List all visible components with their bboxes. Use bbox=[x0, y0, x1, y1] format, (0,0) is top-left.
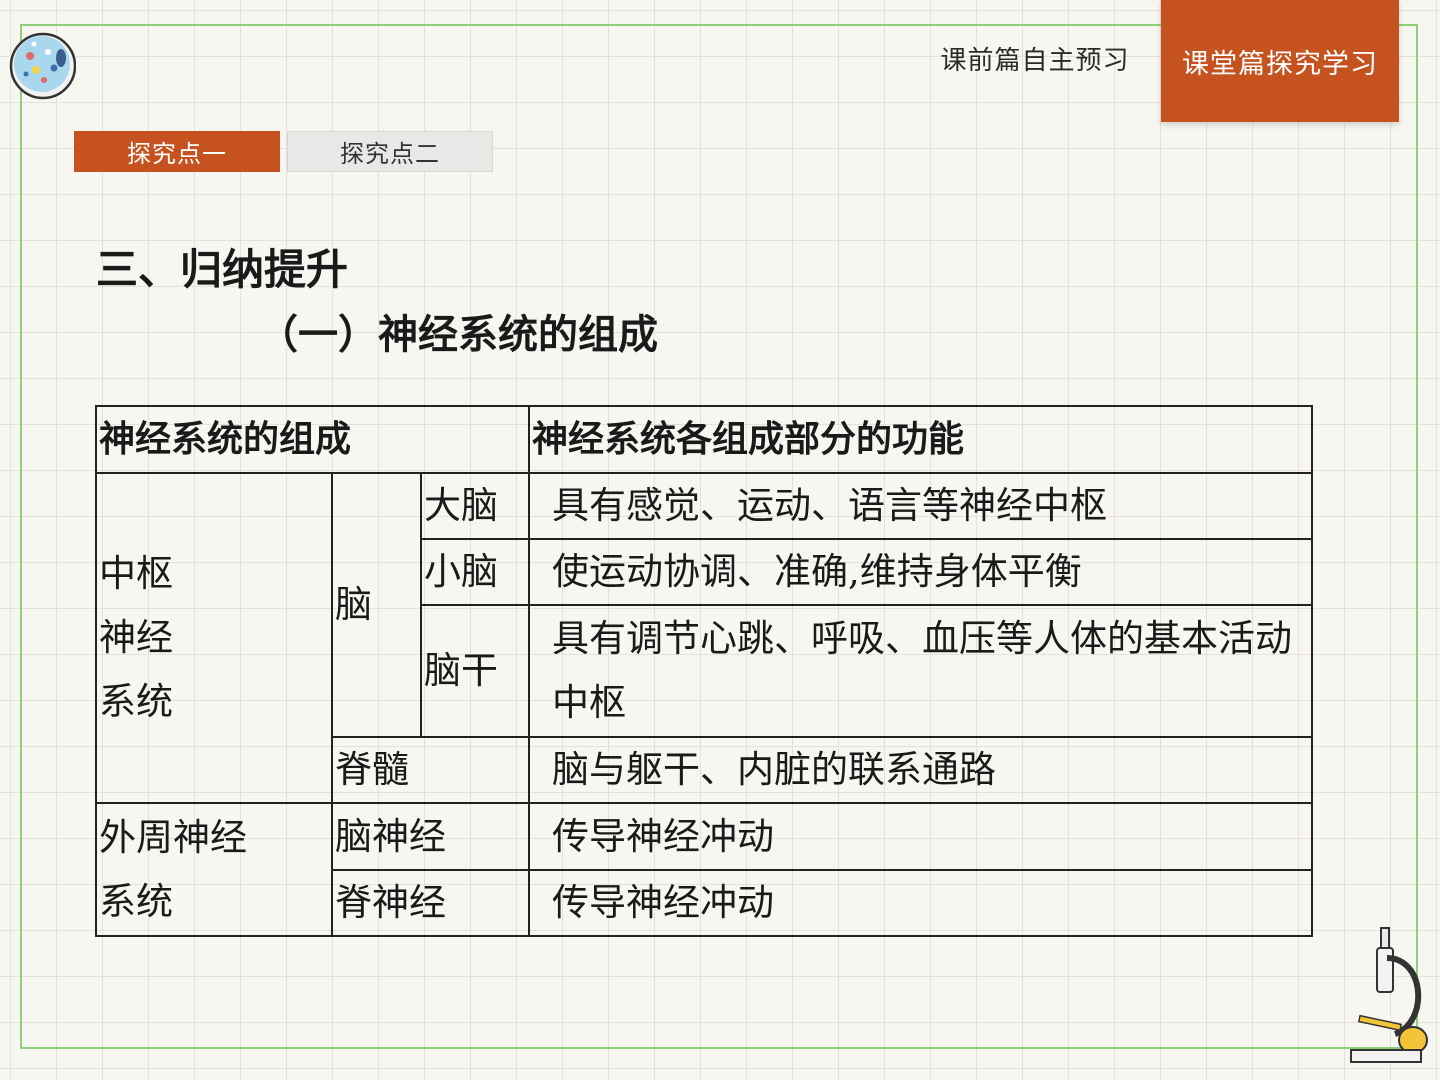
brain-label: 脑 bbox=[331, 472, 422, 738]
nav-pre-lesson-link[interactable]: 课前篇自主预习 bbox=[900, 40, 1170, 77]
section-subheading: （一）神经系统的组成 bbox=[258, 312, 658, 358]
cranial-nerves-function: 传导神经冲动 bbox=[528, 802, 1313, 871]
spinal-nerves-function: 传导神经冲动 bbox=[528, 869, 1313, 937]
nav-in-class-tab[interactable]: 课堂篇探究学习 bbox=[1161, 0, 1399, 122]
peripheral-nervous-system-label: 外周神经 系统 bbox=[95, 802, 333, 937]
cerebellum-label: 小脑 bbox=[420, 538, 530, 606]
spinal-cord-label: 脊髓 bbox=[331, 736, 530, 804]
tab-inquiry-point-2[interactable]: 探究点二 bbox=[287, 131, 493, 172]
spinal-nerves-label: 脊神经 bbox=[331, 869, 530, 937]
cranial-nerves-label: 脑神经 bbox=[331, 802, 530, 871]
brainstem-label: 脑干 bbox=[420, 604, 530, 738]
cerebrum-function: 具有感觉、运动、语言等神经中枢 bbox=[528, 472, 1313, 540]
spinal-cord-function: 脑与躯干、内脏的联系通路 bbox=[528, 736, 1313, 804]
table-row: 外周神经 系统 脑神经 传导神经冲动 bbox=[95, 802, 1313, 937]
central-nervous-system-label: 中枢 神经 系统 bbox=[95, 472, 333, 804]
nervous-system-table: 神经系统的组成 神经系统各组成部分的功能 中枢 神经 系统 脑 大脑 具有感觉、… bbox=[95, 405, 1313, 937]
brainstem-function: 具有调节心跳、呼吸、血压等人体的基本活动中枢 bbox=[528, 604, 1313, 738]
cerebrum-label: 大脑 bbox=[420, 472, 530, 540]
section-heading: 三、归纳提升 bbox=[96, 245, 349, 294]
cerebellum-function: 使运动协调、准确,维持身体平衡 bbox=[528, 538, 1313, 606]
petri-dish-logo-icon bbox=[9, 32, 76, 100]
tab-inquiry-point-1[interactable]: 探究点一 bbox=[74, 131, 280, 172]
table-header-row: 神经系统的组成 神经系统各组成部分的功能 bbox=[95, 405, 1313, 474]
header-function: 神经系统各组成部分的功能 bbox=[528, 405, 1313, 474]
microscope-icon bbox=[1350, 927, 1428, 1063]
table-row: 中枢 神经 系统 脑 大脑 具有感觉、运动、语言等神经中枢 bbox=[95, 472, 1313, 804]
header-composition: 神经系统的组成 bbox=[95, 405, 530, 474]
